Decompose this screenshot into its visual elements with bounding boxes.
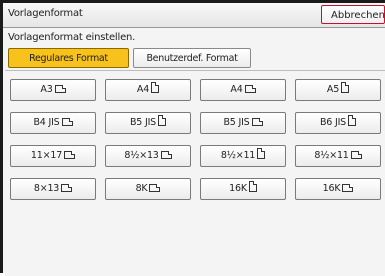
format-button[interactable]: 8½×11 <box>295 145 381 167</box>
portrait-orientation-icon <box>341 82 350 93</box>
portrait-orientation-icon <box>348 115 356 126</box>
screen: Vorlagenformat Abbrechen Vorlagenformat … <box>0 0 385 276</box>
landscape-orientation-icon <box>350 151 362 159</box>
landscape-orientation-icon <box>54 85 66 93</box>
landscape-orientation-icon <box>64 151 76 159</box>
format-button[interactable]: 8½×13 <box>105 145 191 167</box>
format-button[interactable]: A4 <box>200 79 286 101</box>
format-label: 11×17 <box>30 150 63 161</box>
landscape-orientation-icon <box>342 184 354 192</box>
format-button[interactable]: 8K <box>105 178 191 200</box>
format-button[interactable]: 11×17 <box>10 145 96 167</box>
format-button[interactable]: 16K <box>295 178 381 200</box>
format-button[interactable]: 16K <box>200 178 286 200</box>
format-label: B4 JIS <box>33 117 60 128</box>
format-label: 16K <box>229 183 247 194</box>
format-button[interactable]: 8×13 <box>10 178 96 200</box>
cancel-button[interactable]: Abbrechen <box>321 5 385 24</box>
format-label: 8K <box>135 183 148 194</box>
title-bar: Vorlagenformat Abbrechen <box>3 3 385 28</box>
format-label: 8½×11 <box>220 150 256 161</box>
tab-regular-format[interactable]: Regulares Format <box>8 48 129 68</box>
format-button[interactable]: B6 JIS <box>295 112 381 134</box>
format-label: A4 <box>230 84 243 95</box>
format-button[interactable]: A4 <box>105 79 191 101</box>
landscape-orientation-icon <box>244 85 256 93</box>
landscape-orientation-icon <box>149 184 161 192</box>
format-label: 8½×13 <box>124 150 159 161</box>
landscape-orientation-icon <box>61 118 73 126</box>
portrait-orientation-icon <box>151 82 160 93</box>
format-label: 8×13 <box>33 183 60 194</box>
format-label: 8½×11 <box>314 150 349 161</box>
format-label: B6 JIS <box>319 117 346 128</box>
format-label: A4 <box>136 84 150 95</box>
format-button[interactable]: B5 JIS <box>105 112 191 134</box>
landscape-orientation-icon <box>61 184 73 192</box>
portrait-orientation-icon <box>257 148 266 159</box>
instruction-text: Vorlagenformat einstellen. <box>8 32 136 43</box>
format-button[interactable]: B5 JIS <box>200 112 286 134</box>
format-button[interactable]: 8½×11 <box>200 145 286 167</box>
portrait-orientation-icon <box>158 115 166 126</box>
format-label: 16K <box>322 183 341 194</box>
format-button[interactable]: B4 JIS <box>10 112 96 134</box>
format-button[interactable]: A3 <box>10 79 96 101</box>
format-button[interactable]: A5 <box>295 79 381 101</box>
landscape-orientation-icon <box>251 118 263 126</box>
portrait-orientation-icon <box>248 181 257 192</box>
format-label: B5 JIS <box>223 117 250 128</box>
page-title: Vorlagenformat <box>8 8 83 19</box>
landscape-orientation-icon <box>160 151 172 159</box>
format-label: B5 JIS <box>129 117 156 128</box>
format-label: A5 <box>326 84 340 95</box>
format-label: A3 <box>40 84 53 95</box>
bottom-area <box>5 214 385 276</box>
format-panel: A3 A4 A4 A5 B4 JIS B5 JIS B5 JIS B6 JIS 11×17 8½×… <box>5 70 385 215</box>
tab-custom-format[interactable]: Benutzerdef. Format <box>133 48 251 68</box>
